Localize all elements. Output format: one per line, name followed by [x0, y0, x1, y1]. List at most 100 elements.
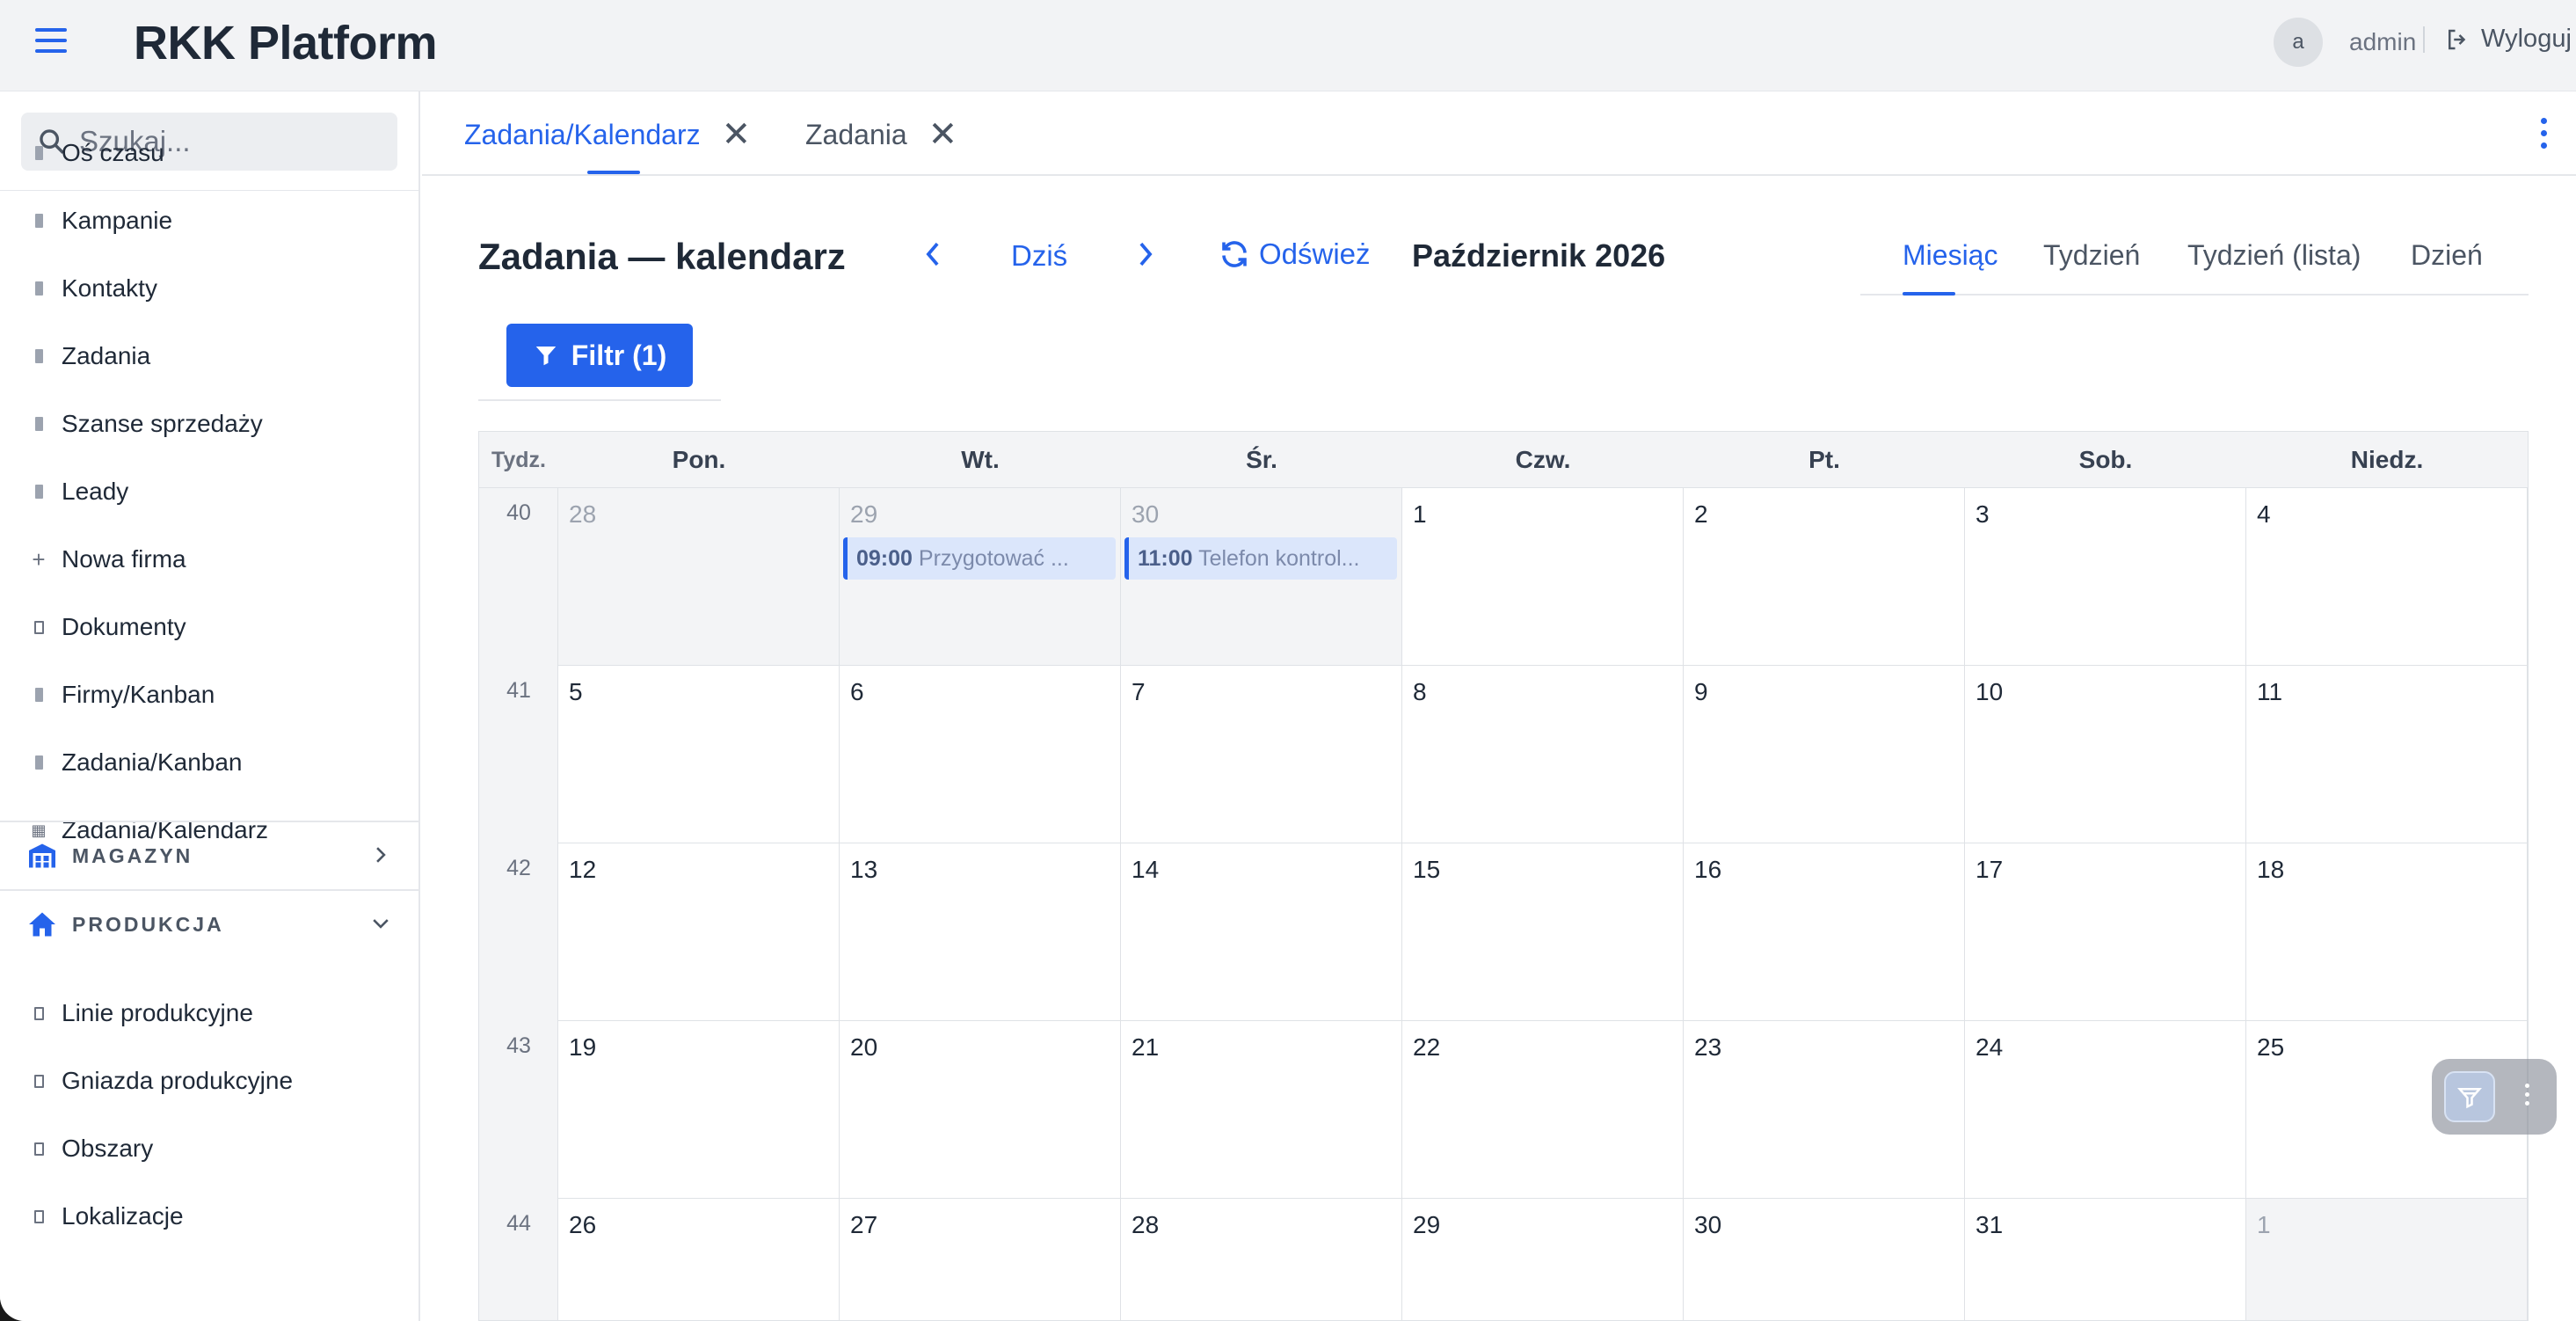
- calendar-event[interactable]: 11:00 Telefon kontrol...: [1124, 537, 1397, 580]
- calendar-day-cell[interactable]: 17: [1965, 843, 2246, 1021]
- avatar[interactable]: a: [2274, 18, 2323, 67]
- day-number: 6: [850, 678, 864, 705]
- calendar-day-cell[interactable]: 16: [1684, 843, 1965, 1021]
- calendar-day-cell[interactable]: 6: [840, 666, 1121, 843]
- calendar-day-cell[interactable]: 23: [1684, 1021, 1965, 1199]
- close-icon[interactable]: ✕: [722, 117, 752, 152]
- calendar-day-cell[interactable]: 28: [1121, 1199, 1402, 1320]
- view-tab-day[interactable]: Dzień: [2411, 239, 2483, 272]
- day-number: 5: [569, 678, 583, 705]
- next-period-button[interactable]: [1134, 239, 1157, 277]
- warehouse-icon: [26, 840, 58, 872]
- sidebar-item[interactable]: Kontakty: [0, 255, 418, 322]
- day-number: 17: [1976, 856, 2004, 883]
- tab-zadania-kalendarz[interactable]: Zadania/Kalendarz ✕: [464, 113, 751, 157]
- calendar-day-cell[interactable]: 3: [1965, 488, 2246, 666]
- more-options-icon[interactable]: [2541, 118, 2548, 150]
- day-number: 14: [1132, 856, 1160, 883]
- calendar-day-cell[interactable]: 29: [1402, 1199, 1684, 1320]
- calendar-day-cell[interactable]: 18: [2246, 843, 2528, 1021]
- day-number: 19: [569, 1033, 597, 1061]
- week-number: 44: [506, 1211, 531, 1236]
- prev-period-button[interactable]: [921, 239, 944, 277]
- sidebar-item[interactable]: Kampanie: [0, 187, 418, 254]
- sidebar-item-label: Gniazda produkcyjne: [62, 1067, 294, 1094]
- calendar-day-cell[interactable]: 21: [1121, 1021, 1402, 1199]
- chevron-right-icon: [369, 843, 392, 872]
- sidebar-item[interactable]: Dokumenty: [0, 594, 418, 660]
- more-options-icon[interactable]: [2525, 1084, 2532, 1110]
- calendar-day-cell[interactable]: 5: [558, 666, 840, 843]
- document-icon: [33, 1073, 44, 1089]
- sidebar-item[interactable]: Zadania: [0, 323, 418, 390]
- sidebar-section-produkcja[interactable]: PRODUKCJA: [0, 889, 418, 958]
- close-icon[interactable]: ✕: [928, 117, 958, 152]
- sidebar-item[interactable]: Gniazda produkcyjne: [0, 1047, 418, 1114]
- filter-button[interactable]: Filtr (1): [506, 324, 693, 387]
- day-number: 29: [850, 500, 878, 528]
- sidebar-item[interactable]: + Nowa firma: [0, 526, 418, 593]
- weekday-header: Śr.: [1246, 446, 1277, 473]
- calendar-day-cell[interactable]: 4: [2246, 488, 2528, 666]
- calendar-day-cell[interactable]: 20: [840, 1021, 1121, 1199]
- filter-toggle-button[interactable]: [2444, 1071, 2495, 1122]
- week-number-column: 40 41 42 43 44: [479, 488, 558, 1320]
- day-number: 11: [2257, 678, 2283, 705]
- day-number: 4: [2257, 500, 2271, 528]
- main-content: Zadania/Kalendarz ✕ Zadania ✕ Zadania — …: [422, 91, 2576, 1321]
- calendar-day-cell[interactable]: 15: [1402, 843, 1684, 1021]
- calendar-day-cell[interactable]: 28: [558, 488, 840, 666]
- tab-label: Zadania: [805, 118, 907, 150]
- refresh-icon: [1222, 241, 1247, 267]
- sidebar-item[interactable]: Szanse sprzedaży: [0, 390, 418, 457]
- calendar-day-cell[interactable]: 26: [558, 1199, 840, 1320]
- calendar-day-cell[interactable]: 24: [1965, 1021, 2246, 1199]
- tab-zadania[interactable]: Zadania ✕: [805, 113, 957, 157]
- day-number: 1: [2257, 1211, 2271, 1238]
- calendar-day-cell[interactable]: 30: [1684, 1199, 1965, 1320]
- calendar-day-cell[interactable]: 1: [1402, 488, 1684, 666]
- building-icon: [33, 213, 44, 229]
- calendar-day-cell[interactable]: 2: [1684, 488, 1965, 666]
- logout-button[interactable]: Wyloguj: [2444, 25, 2572, 54]
- day-number: 10: [1976, 678, 2004, 705]
- view-tabs-underline: [1860, 294, 2529, 296]
- refresh-button[interactable]: Odśwież: [1219, 237, 1371, 271]
- day-number: 28: [569, 500, 597, 528]
- building-icon: [33, 348, 44, 364]
- calendar-day-cell[interactable]: 10: [1965, 666, 2246, 843]
- view-tab-week[interactable]: Tydzień: [2043, 239, 2140, 272]
- calendar-day-cell[interactable]: 9: [1684, 666, 1965, 843]
- today-button[interactable]: Dziś: [1011, 239, 1067, 273]
- menu-icon[interactable]: [35, 28, 67, 58]
- view-tab-week-list[interactable]: Tydzień (lista): [2187, 239, 2361, 272]
- calendar-day-cell[interactable]: 12: [558, 843, 840, 1021]
- view-tab-month[interactable]: Miesiąc: [1903, 239, 1997, 272]
- sidebar-item[interactable]: Zadania/Kanban: [0, 729, 418, 796]
- day-number: 29: [1413, 1211, 1441, 1238]
- calendar-day-cell[interactable]: 7: [1121, 666, 1402, 843]
- calendar-event[interactable]: 09:00 Przygotować ...: [843, 537, 1116, 580]
- sidebar-section-magazyn[interactable]: MAGAZYN: [0, 821, 418, 889]
- calendar-day-cell[interactable]: 13: [840, 843, 1121, 1021]
- sidebar-item[interactable]: Lokalizacje: [0, 1183, 418, 1250]
- sidebar-item[interactable]: Leady: [0, 458, 418, 525]
- calendar-day-cell[interactable]: 14: [1121, 843, 1402, 1021]
- calendar-day-cell[interactable]: 22: [1402, 1021, 1684, 1199]
- calendar-day-cell[interactable]: 8: [1402, 666, 1684, 843]
- calendar-day-cell[interactable]: 31: [1965, 1199, 2246, 1320]
- event-time: 11:00: [1138, 546, 1193, 571]
- calendar-day-cell[interactable]: 11: [2246, 666, 2528, 843]
- calendar-day-cell[interactable]: 19: [558, 1021, 840, 1199]
- app-window: RKK Platform a admin Wyloguj Oś czasu Kam…: [0, 0, 2576, 1321]
- calendar-day-cell[interactable]: 27: [840, 1199, 1121, 1320]
- sidebar-item[interactable]: Obszary: [0, 1115, 418, 1182]
- sidebar-item[interactable]: Linie produkcyjne: [0, 980, 418, 1047]
- day-number: 8: [1413, 678, 1427, 705]
- weekday-header: Czw.: [1515, 446, 1571, 473]
- sidebar-item[interactable]: Firmy/Kanban: [0, 661, 418, 728]
- sidebar-item[interactable]: Oś czasu: [0, 120, 418, 186]
- calendar-day-cell[interactable]: 1: [2246, 1199, 2528, 1320]
- chevron-left-icon: [926, 242, 939, 266]
- week-number: 41: [506, 678, 531, 703]
